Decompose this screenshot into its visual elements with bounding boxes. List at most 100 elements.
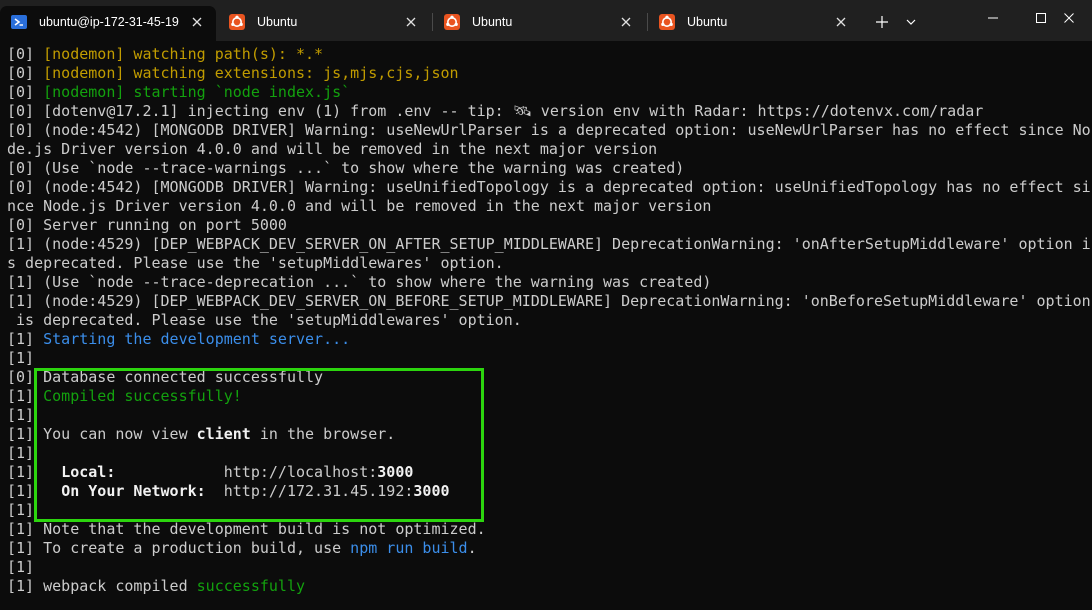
tab-ubuntu-ip[interactable]: ubuntu@ip-172-31-45-19 (0, 6, 216, 41)
terminal-line: de.js Driver version 4.0.0 and will be r… (7, 140, 1092, 159)
terminal-output[interactable]: [0] [nodemon] watching path(s): *.* [0] [… (7, 45, 1092, 610)
tab-title: ubuntu@ip-172-31-45-19 (39, 15, 179, 29)
tab-title: Ubuntu (257, 15, 298, 29)
terminal-line: [1] On Your Network: http://172.31.45.19… (7, 482, 1092, 501)
terminal-text: successfully (196, 577, 306, 595)
terminal-text: [1] (7, 444, 35, 462)
terminal-text: [1] (7, 349, 35, 367)
close-icon (1064, 13, 1074, 23)
terminal-text: [1] (node:4529) [DEP_WEBPACK_DEV_SERVER_… (7, 235, 1091, 253)
powershell-icon (11, 14, 27, 30)
terminal-text: [1] (Use `node --trace-deprecation ...` … (7, 273, 712, 291)
terminal-text: 3000 (413, 482, 450, 500)
close-icon[interactable] (190, 15, 204, 29)
terminal-text: http://localhost: (115, 463, 378, 481)
terminal-line: [0] [nodemon] starting `node index.js` (7, 83, 1092, 102)
terminal-line: [0] (node:4542) [MONGODB DRIVER] Warning… (7, 178, 1092, 197)
terminal-text: . (467, 539, 477, 557)
ubuntu-icon (444, 14, 460, 30)
terminal-line: [1] Note that the development build is n… (7, 520, 1092, 539)
terminal-text: [nodemon] watching path(s): *.* (43, 45, 324, 63)
terminal-text: [0] [dotenv@17.2.1] injecting env (1) fr… (7, 102, 984, 120)
terminal-text: [nodemon] starting `node index.js` (43, 83, 351, 101)
terminal-line: [1] To create a production build, use np… (7, 539, 1092, 558)
window-close-button[interactable] (1046, 0, 1092, 36)
terminal-line: [0] (Use `node --trace-warnings ...` to … (7, 159, 1092, 178)
terminal-line: [0] Database connected successfully (7, 368, 1092, 387)
terminal-text: [1] (7, 463, 62, 481)
terminal-text: npm run build (350, 539, 468, 557)
terminal-line: [0] (node:4542) [MONGODB DRIVER] Warning… (7, 121, 1092, 140)
terminal-line: [1] (7, 558, 1092, 577)
terminal-text: [1] (7, 330, 44, 348)
terminal-text: http://172.31.45.192: (205, 482, 414, 500)
terminal-line: [1] Compiled successfully! (7, 387, 1092, 406)
terminal-text: [0] (7, 45, 44, 63)
terminal-text: [0] (Use `node --trace-warnings ...` to … (7, 159, 685, 177)
new-tab-button[interactable] (868, 8, 896, 36)
tab-ubuntu-2[interactable]: Ubuntu (433, 6, 647, 41)
terminal-line: [1] (node:4529) [DEP_WEBPACK_DEV_SERVER_… (7, 235, 1092, 254)
tab-title: Ubuntu (472, 15, 513, 29)
terminal-line: [1] Starting the development server... (7, 330, 1092, 349)
terminal-line: [1] (7, 406, 1092, 425)
terminal-line: [1] (node:4529) [DEP_WEBPACK_DEV_SERVER_… (7, 292, 1092, 311)
terminal-text: 3000 (377, 463, 414, 481)
terminal-line: [0] [nodemon] watching extensions: js,mj… (7, 64, 1092, 83)
terminal-text: Compiled successfully! (43, 387, 242, 405)
terminal-text: nce Node.js Driver version 4.0.0 and wil… (7, 197, 712, 215)
terminal-text: [1] (node:4529) [DEP_WEBPACK_DEV_SERVER_… (7, 292, 1091, 310)
terminal-line: [1] (7, 501, 1092, 520)
terminal-text: Starting the development server... (43, 330, 351, 348)
terminal-text: [1] You can now view (7, 425, 197, 443)
terminal-text: Local: (61, 463, 116, 481)
tab-title: Ubuntu (687, 15, 728, 29)
minimize-icon (988, 17, 998, 19)
terminal-line: [0] [dotenv@17.2.1] injecting env (1) fr… (7, 102, 1092, 121)
terminal-text: [1] (7, 387, 44, 405)
close-icon[interactable] (619, 15, 633, 29)
terminal-text: [0] Database connected successfully (7, 368, 324, 386)
terminal-line: [1] (7, 349, 1092, 368)
terminal-text: s deprecated. Please use the 'setupMiddl… (7, 254, 504, 272)
terminal-text: de.js Driver version 4.0.0 and will be r… (7, 140, 658, 158)
terminal-text: [nodemon] watching extensions: js,mjs,cj… (43, 64, 459, 82)
terminal-text: [1] (7, 558, 35, 576)
close-icon[interactable] (834, 15, 848, 29)
terminal-line: [1] Local: http://localhost:3000 (7, 463, 1092, 482)
terminal-line: s deprecated. Please use the 'setupMiddl… (7, 254, 1092, 273)
terminal-text: [0] (7, 64, 44, 82)
terminal-text: [0] (7, 83, 44, 101)
terminal-line: [0] Server running on port 5000 (7, 216, 1092, 235)
close-icon[interactable] (404, 15, 418, 29)
terminal-text: [1] webpack compiled (7, 577, 197, 595)
terminal-line: [1] (7, 444, 1092, 463)
terminal-text: client (196, 425, 251, 443)
tab-ubuntu-1[interactable]: Ubuntu (218, 6, 432, 41)
terminal-line: [1] (Use `node --trace-deprecation ...` … (7, 273, 1092, 292)
terminal-text: On Your Network: (61, 482, 206, 500)
minimize-button[interactable] (970, 0, 1016, 36)
terminal-line: nce Node.js Driver version 4.0.0 and wil… (7, 197, 1092, 216)
terminal-text: [0] (node:4542) [MONGODB DRIVER] Warning… (7, 178, 1091, 196)
terminal-text: [1] To create a production build, use (7, 539, 351, 557)
plus-icon (876, 16, 888, 28)
terminal-line: [0] [nodemon] watching path(s): *.* (7, 45, 1092, 64)
terminal-line: [1] webpack compiled successfully (7, 577, 1092, 596)
terminal-text: in the browser. (250, 425, 396, 443)
ubuntu-icon (659, 14, 675, 30)
tab-ubuntu-3[interactable]: Ubuntu (648, 6, 862, 41)
terminal-window: ubuntu@ip-172-31-45-19 Ubuntu Ubuntu Ubu… (0, 0, 1092, 610)
terminal-text: [0] Server running on port 5000 (7, 216, 287, 234)
chevron-down-icon (906, 19, 916, 25)
terminal-line: is deprecated. Please use the 'setupMidd… (7, 311, 1092, 330)
terminal-text: [1] (7, 406, 35, 424)
terminal-text: [1] (7, 482, 62, 500)
tab-dropdown-button[interactable] (898, 8, 924, 36)
terminal-text: [1] (7, 501, 35, 519)
terminal-text: is deprecated. Please use the 'setupMidd… (7, 311, 522, 329)
terminal-text: [1] Note that the development build is n… (7, 520, 486, 538)
tab-bar: ubuntu@ip-172-31-45-19 Ubuntu Ubuntu Ubu… (0, 0, 1092, 41)
ubuntu-icon (229, 14, 245, 30)
terminal-line: [1] You can now view client in the brows… (7, 425, 1092, 444)
